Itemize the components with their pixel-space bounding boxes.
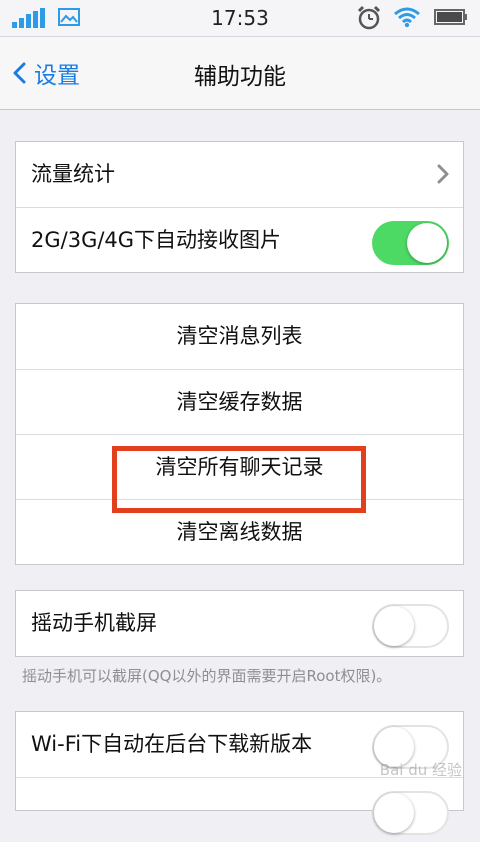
row-shake-screenshot: 摇动手机截屏 [16, 591, 463, 656]
auto-receive-images-toggle[interactable] [372, 221, 449, 265]
page-title: 辅助功能 [194, 64, 286, 90]
clear-message-list-button[interactable]: 清空消息列表 [16, 304, 463, 369]
wifi-auto-update-label: Wi-Fi下自动在后台下载新版本 [31, 732, 313, 756]
row-traffic-stats[interactable]: 流量统计 [16, 142, 463, 207]
group-clear-data: 清空消息列表 清空缓存数据 清空所有聊天记录 清空离线数据 [15, 303, 464, 565]
clear-all-chat-history-button[interactable]: 清空所有聊天记录 [16, 435, 463, 500]
battery-icon [434, 9, 467, 25]
group-traffic: 流量统计 2G/3G/4G下自动接收图片 [15, 141, 464, 273]
watermark: Bai du 经验 [379, 761, 462, 779]
traffic-stats-label: 流量统计 [31, 162, 115, 186]
clear-offline-data-button[interactable]: 清空离线数据 [16, 500, 463, 565]
wifi-icon [394, 7, 420, 28]
shake-screenshot-toggle[interactable] [372, 604, 449, 648]
next-row-toggle[interactable] [372, 791, 449, 835]
shake-screenshot-footnote: 摇动手机可以截屏(QQ以外的界面需要开启Root权限)。 [22, 667, 392, 685]
row-clear-cache[interactable]: 清空缓存数据 [16, 369, 463, 434]
nav-bar: 设置 辅助功能 [0, 37, 480, 110]
clear-cache-button[interactable]: 清空缓存数据 [16, 370, 463, 435]
shake-screenshot-label: 摇动手机截屏 [31, 611, 157, 635]
status-bar: 17:53 [0, 0, 480, 37]
row-auto-receive-images: 2G/3G/4G下自动接收图片 [16, 207, 463, 272]
row-clear-offline-data[interactable]: 清空离线数据 [16, 499, 463, 564]
chevron-right-icon [437, 164, 449, 184]
group-shake-screenshot: 摇动手机截屏 [15, 590, 464, 657]
alarm-icon [357, 5, 381, 30]
auto-receive-images-label: 2G/3G/4G下自动接收图片 [31, 228, 282, 252]
row-clear-message-list[interactable]: 清空消息列表 [16, 304, 463, 369]
row-partial-next [16, 777, 463, 842]
row-clear-all-chat-history[interactable]: 清空所有聊天记录 [16, 434, 463, 499]
